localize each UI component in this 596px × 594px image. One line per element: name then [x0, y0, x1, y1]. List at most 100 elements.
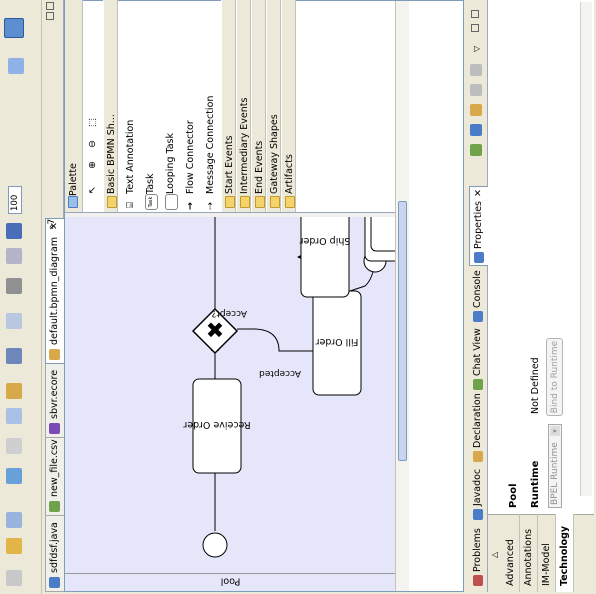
palette-drawer-start-events[interactable]: Start Events [221, 0, 236, 212]
minimize-icon[interactable] [471, 24, 479, 32]
task-icon: Task [145, 194, 158, 210]
declaration-icon [473, 451, 483, 462]
maximize-icon[interactable] [471, 10, 479, 18]
folder-icon [285, 196, 295, 208]
annotation-icon: ⌸ [125, 202, 136, 208]
tab-declaration[interactable]: Declaration [469, 393, 487, 464]
search-icon[interactable] [6, 408, 22, 424]
tab-console[interactable]: Console [469, 270, 487, 324]
folder-icon [240, 196, 250, 208]
back-icon[interactable] [6, 570, 22, 586]
palette-icon [68, 196, 78, 208]
minimize-icon[interactable] [46, 12, 54, 20]
accepted-label: Accepted [259, 368, 301, 378]
properties-toolbar-icons [470, 36, 484, 156]
palette-item-flow-connector[interactable]: → Flow Connector [183, 0, 199, 212]
bpmn-file-icon [49, 349, 60, 360]
editor-tab-bar: sdfdsf.java new_file.csv sbvr.ecore defa… [42, 0, 64, 592]
build-icon[interactable] [6, 468, 22, 484]
tab-chat-view[interactable]: Chat View [469, 328, 487, 392]
sequence-flow [237, 328, 325, 352]
view-menu-icon[interactable]: ▽ [472, 46, 481, 52]
main-toolbar: 100 [0, 0, 42, 594]
chevron-down-icon[interactable]: ▾ [550, 426, 560, 436]
more-tabs-indicator[interactable]: »7 [47, 219, 57, 230]
diagram-canvas[interactable]: Pool ✖ Receive Order Fill Order Ship Ord… [65, 217, 395, 591]
props-tab-im-model[interactable]: IM-Model [538, 514, 556, 592]
palette-item-message-connection[interactable]: ⇢ Message Connection [203, 0, 219, 212]
up-arrow-icon[interactable]: △ [490, 552, 499, 558]
message-arrow-icon: ⇢ [205, 202, 216, 210]
restore-icon[interactable] [470, 64, 482, 76]
bottom-tab-bar: Problems Javadoc Declaration Chat View C… [466, 0, 488, 592]
ship-order-task [300, 217, 350, 298]
props-tab-annotations[interactable]: Annotations [520, 514, 538, 592]
palette-drawer-intermediary-events[interactable]: Intermediary Events [236, 0, 251, 212]
properties-hscroll[interactable] [580, 2, 592, 496]
close-tab-icon[interactable]: ✕ [470, 189, 488, 197]
palette-item-text-annotation[interactable]: ⌸ Text Annotation [123, 0, 139, 212]
runtime-value: Not Defined [530, 357, 541, 414]
maximize-icon[interactable] [46, 2, 54, 10]
line-color-icon[interactable] [6, 278, 22, 294]
font-color-icon[interactable] [6, 223, 22, 239]
properties-icon [474, 252, 484, 263]
palette: Palette ↖ ⊕ ⊖ ⬚ Basic BPMN Sh... ⌸ Text … [65, 0, 395, 213]
diagram-editor: Pool ✖ Receive Order Fill Order Ship Ord… [64, 0, 464, 592]
props-tab-technology[interactable]: Technology [556, 514, 574, 592]
svg-text:✖: ✖ [204, 321, 229, 339]
bind-runtime-button[interactable]: Bind to Runtime [546, 338, 563, 416]
scroll-thumb[interactable] [398, 201, 407, 461]
sort-icon[interactable] [470, 124, 482, 136]
palette-header[interactable]: Palette [65, 0, 83, 212]
ecore-file-icon [49, 423, 60, 434]
arrow-icon: → [185, 202, 196, 210]
wizard-icon[interactable] [6, 512, 22, 528]
zoom-field[interactable]: 100 [8, 186, 22, 214]
horizontal-scrollbar[interactable] [395, 1, 409, 591]
palette-group-basic[interactable]: Basic BPMN Sh... [103, 0, 118, 212]
palette-tools: ↖ ⊕ ⊖ ⬚ [85, 0, 101, 212]
fill-color-icon[interactable] [6, 248, 22, 264]
runtime-select[interactable]: BPEL Runtime ▾ [548, 424, 562, 508]
problems-icon [473, 575, 483, 586]
tab-properties[interactable]: Properties ✕ [469, 185, 488, 266]
palette-drawer-gateway-shapes[interactable]: Gateway Shapes [266, 0, 281, 212]
palette-drawer-end-events[interactable]: End Events [251, 0, 266, 212]
folder-icon [255, 196, 265, 208]
tab-default-bpmn-diagram[interactable]: default.bpmn_diagram ✕ [45, 218, 64, 364]
java-perspective-icon[interactable] [8, 58, 24, 74]
start-event-circle [202, 532, 228, 558]
folder-icon [270, 196, 280, 208]
zoom-out-icon[interactable]: ⊖ [87, 140, 98, 148]
open-type-icon[interactable] [6, 438, 22, 454]
palette-drawer-artifacts[interactable]: Artifacts [281, 0, 296, 212]
alignment-icon[interactable] [6, 313, 22, 329]
nav-icon[interactable] [6, 383, 22, 399]
perspective-icon[interactable] [4, 18, 24, 38]
folder-icon [107, 196, 117, 208]
layout-icon[interactable] [6, 348, 22, 364]
chat-icon [473, 379, 483, 390]
palette-item-looping-task[interactable]: Looping Task [163, 0, 179, 212]
receive-order-label: Receive Order [183, 419, 250, 430]
ship-order-label: Ship Order [300, 235, 351, 246]
tab-problems[interactable]: Problems [469, 528, 487, 588]
runtime-label: Runtime [530, 460, 541, 508]
categories-icon[interactable] [470, 104, 482, 116]
props-tab-advanced[interactable]: Advanced [502, 514, 520, 592]
advanced-icon[interactable] [470, 84, 482, 96]
subprocess-box [364, 217, 395, 262]
diagram-svg: ✖ Receive Order Fill Order Ship Order Ac… [183, 217, 395, 558]
folder-icon [225, 196, 235, 208]
select-tool-icon[interactable]: ↖ [87, 186, 98, 194]
marquee-icon[interactable]: ⬚ [87, 118, 98, 127]
run-config-icon[interactable] [6, 538, 22, 554]
csv-file-icon [49, 501, 60, 512]
palette-item-task[interactable]: Task Task [143, 0, 159, 212]
tab-javadoc[interactable]: Javadoc [469, 469, 487, 522]
properties-tab-list: △ Advanced Annotations IM-Model Technolo… [488, 514, 594, 592]
zoom-in-icon[interactable]: ⊕ [87, 161, 98, 169]
pin-icon[interactable] [470, 144, 482, 156]
diagram-scrollbar[interactable] [65, 213, 395, 217]
